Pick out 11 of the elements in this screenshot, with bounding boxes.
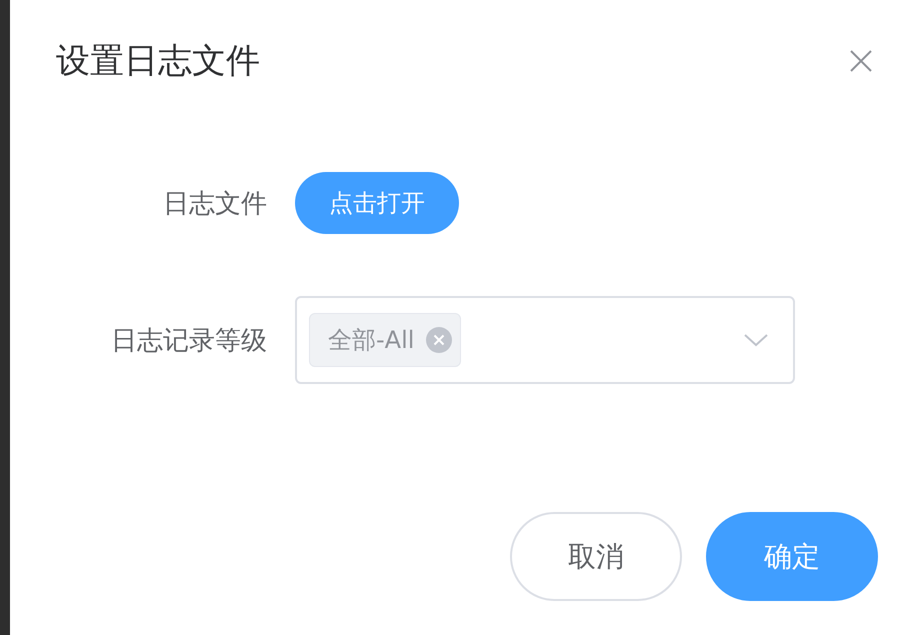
field-label: 日志文件 <box>162 188 268 220</box>
tag-label: 全部-All <box>328 325 414 356</box>
close-icon[interactable] <box>848 48 874 74</box>
confirm-button[interactable]: 确定 <box>706 512 878 601</box>
remove-icon[interactable] <box>426 327 452 353</box>
cancel-button[interactable]: 取消 <box>510 512 682 601</box>
open-button[interactable]: 点击打开 <box>295 172 459 234</box>
dialog-title: 设置日志文件 <box>56 40 260 83</box>
chevron-down-icon <box>743 332 769 348</box>
select-field[interactable]: 全部-All <box>295 296 795 384</box>
field-label: 日志记录等级 <box>110 324 268 358</box>
